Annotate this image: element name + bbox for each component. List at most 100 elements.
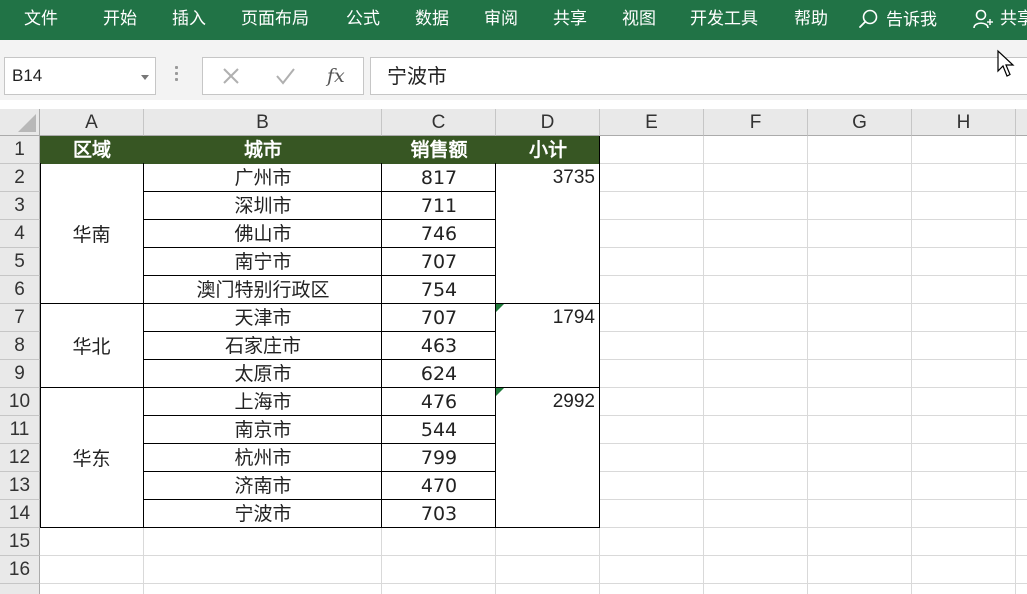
chevron-down-icon[interactable] — [141, 75, 149, 80]
region-cell[interactable]: 华南 — [40, 164, 143, 303]
row-header-6[interactable]: 6 — [0, 276, 40, 304]
sales-cell[interactable]: 476 — [382, 388, 496, 416]
sales-cell[interactable]: 746 — [382, 220, 496, 248]
table-border — [143, 443, 496, 444]
city-cell[interactable]: 上海市 — [144, 388, 382, 416]
check-icon[interactable] — [265, 58, 305, 94]
tab-page-layout[interactable]: 页面布局 — [241, 0, 309, 38]
tab-share[interactable]: 共享 — [553, 0, 587, 38]
header-cell-subtotal[interactable]: 小计 — [496, 136, 600, 164]
city-cell[interactable]: 石家庄市 — [144, 332, 382, 360]
cancel-icon[interactable] — [211, 58, 251, 94]
header-cell-city[interactable]: 城市 — [144, 136, 382, 164]
insert-function-button[interactable]: fx — [327, 58, 345, 94]
city-cell[interactable]: 南京市 — [144, 416, 382, 444]
row-header-15[interactable]: 15 — [0, 528, 40, 556]
subtotal-cell[interactable]: 3735 — [496, 164, 599, 303]
tab-data[interactable]: 数据 — [415, 0, 449, 38]
formula-value: 宁波市 — [387, 64, 447, 88]
column-header-e[interactable]: E — [600, 109, 704, 136]
city-cell[interactable]: 澳门特别行政区 — [144, 276, 382, 304]
column-header-i[interactable] — [1016, 109, 1027, 136]
sales-cell[interactable]: 754 — [382, 276, 496, 304]
tab-developer[interactable]: 开发工具 — [690, 0, 758, 38]
row-header-7[interactable]: 7 — [0, 304, 40, 332]
row-header-5[interactable]: 5 — [0, 248, 40, 276]
sales-cell[interactable]: 544 — [382, 416, 496, 444]
sales-cell[interactable]: 711 — [382, 192, 496, 220]
column-header-h[interactable]: H — [912, 109, 1016, 136]
city-cell[interactable]: 宁波市 — [144, 500, 382, 528]
sales-cell[interactable]: 463 — [382, 332, 496, 360]
sales-cell[interactable]: 470 — [382, 472, 496, 500]
city-cell[interactable]: 广州市 — [144, 164, 382, 192]
row-header-12[interactable]: 12 — [0, 444, 40, 472]
sales-cell[interactable]: 707 — [382, 248, 496, 276]
column-header-a[interactable]: A — [40, 109, 144, 136]
subtotal-cell[interactable]: 2992 — [496, 388, 599, 527]
table-border — [143, 163, 144, 528]
sales-cell[interactable]: 703 — [382, 500, 496, 528]
tab-home[interactable]: 开始 — [103, 0, 137, 38]
subtotal-cell[interactable]: 1794 — [496, 304, 599, 387]
tab-formulas[interactable]: 公式 — [346, 0, 380, 38]
sales-cell[interactable]: 799 — [382, 444, 496, 472]
region-label: 华东 — [72, 448, 111, 470]
table-border — [381, 163, 382, 528]
column-header-d[interactable]: D — [496, 109, 600, 136]
column-header-g[interactable]: G — [808, 109, 912, 136]
column-header-f[interactable]: F — [704, 109, 808, 136]
gridline — [1015, 136, 1016, 594]
error-indicator-icon[interactable] — [496, 388, 504, 396]
tell-me-search[interactable]: 告诉我 — [886, 1, 937, 39]
city-cell[interactable]: 杭州市 — [144, 444, 382, 472]
tab-review[interactable]: 审阅 — [484, 0, 518, 38]
sales-cell[interactable]: 817 — [382, 164, 496, 192]
select-all-corner[interactable] — [0, 109, 40, 136]
region-cell[interactable]: 华东 — [40, 388, 143, 527]
row-header-16[interactable]: 16 — [0, 556, 40, 584]
row-header-2[interactable]: 2 — [0, 164, 40, 192]
header-cell-sales[interactable]: 销售额 — [382, 136, 496, 164]
table-border — [495, 163, 496, 528]
row-header-17[interactable] — [0, 584, 40, 594]
city-cell[interactable]: 深圳市 — [144, 192, 382, 220]
error-indicator-icon[interactable] — [496, 304, 504, 312]
header-cell-region[interactable]: 区域 — [40, 136, 144, 164]
row-header-4[interactable]: 4 — [0, 220, 40, 248]
row-header-11[interactable]: 11 — [0, 416, 40, 444]
city-cell[interactable]: 太原市 — [144, 360, 382, 388]
tab-help[interactable]: 帮助 — [794, 0, 828, 38]
gridline — [911, 136, 912, 594]
column-header-c[interactable]: C — [382, 109, 496, 136]
formula-input[interactable]: 宁波市 — [370, 57, 1027, 95]
lightbulb-search-icon — [859, 9, 878, 28]
row-header-13[interactable]: 13 — [0, 472, 40, 500]
city-cell[interactable]: 济南市 — [144, 472, 382, 500]
city-cell[interactable]: 南宁市 — [144, 248, 382, 276]
row-header-14[interactable]: 14 — [0, 500, 40, 528]
gridline — [703, 136, 704, 594]
sales-cell[interactable]: 624 — [382, 360, 496, 388]
table-border — [599, 136, 600, 528]
sales-cell[interactable]: 707 — [382, 304, 496, 332]
tab-insert[interactable]: 插入 — [172, 0, 206, 38]
row-header-10[interactable]: 10 — [0, 388, 40, 416]
region-cell[interactable]: 华北 — [40, 304, 143, 387]
tab-view[interactable]: 视图 — [622, 0, 656, 38]
city-cell[interactable]: 佛山市 — [144, 220, 382, 248]
column-header-b[interactable]: B — [144, 109, 382, 136]
share-button[interactable]: 共享 — [1000, 0, 1027, 38]
tab-file[interactable]: 文件 — [24, 0, 58, 38]
city-cell[interactable]: 天津市 — [144, 304, 382, 332]
table-border — [143, 191, 496, 192]
drag-handle-icon[interactable] — [175, 66, 179, 84]
row-header-3[interactable]: 3 — [0, 192, 40, 220]
row-header-8[interactable]: 8 — [0, 332, 40, 360]
row-header-1[interactable]: 1 — [0, 136, 40, 164]
mouse-cursor-icon — [997, 49, 1015, 77]
worksheet-grid[interactable]: A B C D E F G H 1 2 3 4 5 6 7 8 9 10 11 … — [0, 100, 1027, 594]
table-border — [143, 471, 496, 472]
row-header-9[interactable]: 9 — [0, 360, 40, 388]
name-box[interactable]: B14 — [4, 57, 156, 95]
